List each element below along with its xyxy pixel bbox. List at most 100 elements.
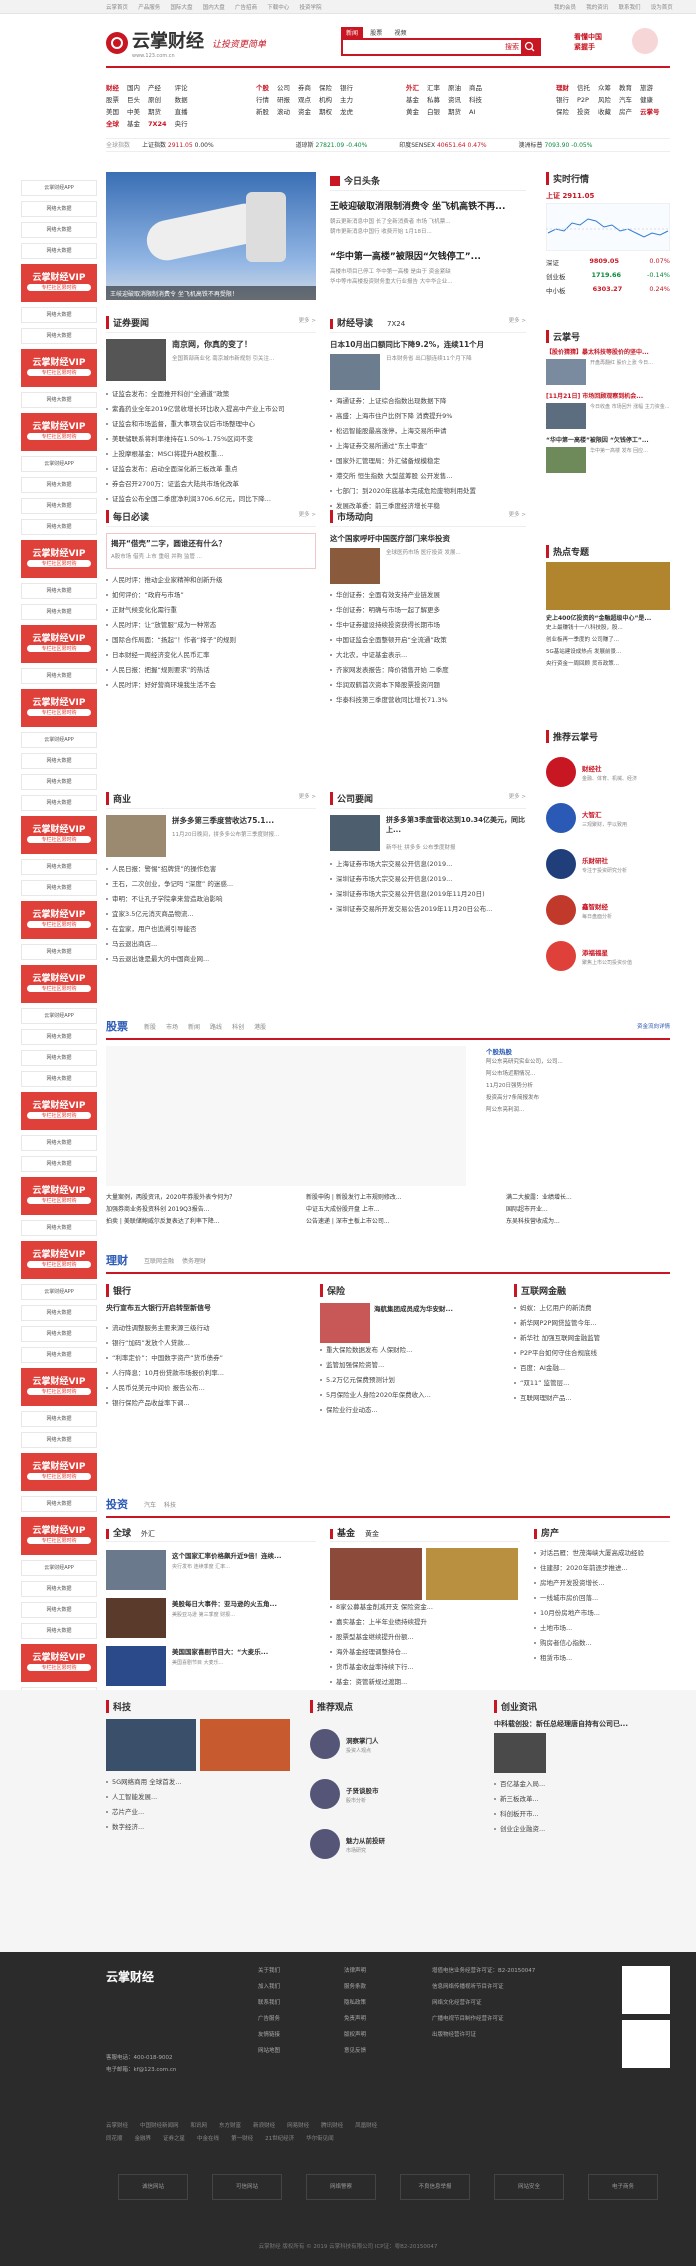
- list-item[interactable]: “利率定价”：中国数字资产“货币债券”: [106, 1351, 306, 1366]
- news-thumbnail[interactable]: [494, 1733, 546, 1773]
- viewpoint-item[interactable]: 子贤谈股市 股市分析: [310, 1769, 480, 1819]
- nav-item[interactable]: 公司: [277, 84, 290, 92]
- list-item[interactable]: 银行“加码”发放个人贷款...: [106, 1336, 306, 1351]
- feature-title[interactable]: 中科载创投：新任总经理唐自持有公司已...: [494, 1719, 670, 1729]
- top-link[interactable]: 国内大盘: [203, 5, 225, 11]
- friend-link[interactable]: 金融界: [135, 2136, 152, 2142]
- list-item[interactable]: 人民时评：好好营商环境我生活不会: [106, 678, 316, 693]
- viewpoint-item[interactable]: 魅力从前投研 市场研究: [310, 1819, 480, 1869]
- nav-item[interactable]: 数据: [175, 96, 188, 104]
- news-card[interactable]: [11月21日] 市场回顾观察到机会... 今日收盘 市场回升 涨幅 主力资金.…: [546, 391, 670, 429]
- list-item[interactable]: 齐家网发表报告：降价销售开始 二季度: [330, 663, 526, 678]
- nav-item[interactable]: 科技: [469, 96, 482, 104]
- footer-link[interactable]: 服务条款: [344, 1982, 366, 1998]
- feature-title[interactable]: 南京网，你真的变了！: [172, 339, 312, 350]
- nav-item[interactable]: 7X24: [148, 120, 167, 128]
- footer-link[interactable]: 关于我们: [258, 1966, 280, 1982]
- list-item[interactable]: 华创证券：全面有效支持产业链发展: [330, 588, 526, 603]
- news-thumbnail[interactable]: [200, 1719, 290, 1771]
- side-link[interactable]: 网络大数据: [21, 1071, 97, 1087]
- nav-item[interactable]: 股票: [106, 96, 119, 104]
- recommended-account[interactable]: 鑫智财经 每日盘面分析: [546, 887, 670, 933]
- nav-item[interactable]: 原油: [448, 84, 461, 92]
- list-item[interactable]: 马云退出谁是最大的中国商业网...: [106, 952, 316, 967]
- more-link[interactable]: 更多 >: [299, 792, 316, 805]
- vip-ad[interactable]: 云掌财经VIP专栏社区限时购: [21, 1644, 97, 1682]
- nav-item[interactable]: 银行: [556, 96, 569, 104]
- hero-image[interactable]: 王岐迎破取消限制消费令 坐飞机高铁不再受限！: [106, 172, 316, 300]
- stocks-right-link[interactable]: 资金流向详情: [637, 1022, 670, 1030]
- friend-link[interactable]: 同花顺: [106, 2136, 123, 2142]
- recommended-account[interactable]: 财经社 金融、体育、机械、经济: [546, 749, 670, 795]
- nav-item[interactable]: 美国: [106, 108, 119, 116]
- side-link[interactable]: 网络大数据: [21, 1220, 97, 1236]
- side-link[interactable]: 网络大数据: [21, 519, 97, 535]
- news-card[interactable]: 【股价猜猜】暴太科技等股价的坚中... 开盘再翻红 股价上涨 今日...: [546, 347, 670, 385]
- top-link[interactable]: 国际大盘: [171, 5, 193, 11]
- news-thumbnail[interactable]: [330, 548, 380, 584]
- top-link[interactable]: 下载中心: [267, 5, 289, 11]
- list-item[interactable]: 深圳证券交易所开发交易公告2019年11月20日公布...: [330, 902, 526, 917]
- nav-item[interactable]: 汽车: [619, 96, 632, 104]
- nav-item[interactable]: 产经: [148, 84, 161, 92]
- list-item[interactable]: 新股申购 | 新股发行上市规则修改...: [306, 1192, 496, 1204]
- friend-link[interactable]: 中国财经新闻网: [140, 2123, 179, 2129]
- news-thumbnail[interactable]: [330, 354, 380, 390]
- feature-title[interactable]: 央行宣布五大银行开启转型新信号: [106, 1303, 306, 1321]
- footer-link[interactable]: 隐私政策: [344, 1998, 366, 2014]
- list-item[interactable]: 阿公东亮研究实业公司，公司...: [486, 1056, 670, 1068]
- list-item[interactable]: 阿公市场近期情况...: [486, 1068, 670, 1080]
- list-item[interactable]: 上海证券交易所通过“东土审查”: [330, 439, 526, 454]
- more-link[interactable]: 更多 >: [509, 510, 526, 523]
- nav-item[interactable]: 期货: [448, 108, 461, 116]
- nav-item[interactable]: 新股: [256, 108, 269, 116]
- list-item[interactable]: 公告速递 | 深市主板上市公司...: [306, 1216, 496, 1228]
- list-item[interactable]: 券会召开2700万：证监会大陆共市场化改革: [106, 477, 316, 492]
- list-item[interactable]: 创业板再一季度的 公司赚了...: [546, 634, 670, 646]
- list-item[interactable]: 土地市场...: [534, 1621, 670, 1636]
- tab[interactable]: 黄金: [365, 1530, 379, 1538]
- side-link[interactable]: 网络大数据: [21, 859, 97, 875]
- news-thumbnail[interactable]: [106, 1719, 196, 1771]
- list-item[interactable]: 深圳证券市场大宗交易公开信息(2019年11月20日): [330, 887, 526, 902]
- ticker-item[interactable]: 印度SENSEX 40651.64 0.47%: [399, 142, 486, 149]
- list-item[interactable]: 流动性调整服务主要来源三级行动: [106, 1321, 306, 1336]
- list-item[interactable]: 芯片产业...: [106, 1805, 296, 1820]
- nav-item[interactable]: 收藏: [598, 108, 611, 116]
- news-thumbnail[interactable]: [330, 815, 380, 851]
- search-icon[interactable]: [521, 40, 539, 54]
- list-item[interactable]: 日本财经一周经济变化人民币汇率: [106, 648, 316, 663]
- side-link[interactable]: 网络大数据: [21, 880, 97, 896]
- side-link[interactable]: 网络大数据: [21, 1029, 97, 1045]
- news-thumbnail[interactable]: [320, 1303, 370, 1343]
- search-tab-news[interactable]: 新闻: [341, 27, 364, 38]
- nav-item[interactable]: 资讯: [448, 96, 461, 104]
- list-item[interactable]: 基金：资管新规过渡期...: [330, 1675, 520, 1690]
- trust-badge[interactable]: 可信网站: [212, 2174, 282, 2200]
- list-item[interactable]: P2P平台如何守住合规底线: [514, 1346, 670, 1361]
- nav-item[interactable]: 投资: [577, 108, 590, 116]
- list-item[interactable]: 创业企业融资...: [494, 1822, 670, 1837]
- nav-item[interactable]: 机构: [319, 96, 332, 104]
- list-item[interactable]: 史上最赚钱十一八科技股，股...: [546, 622, 670, 634]
- nav-item[interactable]: 保险: [319, 84, 332, 92]
- friend-link[interactable]: 第一财经: [231, 2136, 253, 2142]
- vip-ad[interactable]: 云掌财经VIP专栏社区限时购: [21, 349, 97, 387]
- nav-item[interactable]: 全球: [106, 120, 119, 128]
- list-item[interactable]: 华中证券建设持续投资获得长期市场: [330, 618, 526, 633]
- app-download-link[interactable]: 云掌财经APP: [21, 1008, 97, 1024]
- friend-link[interactable]: 华尔街见闻: [306, 2136, 334, 2142]
- list-item[interactable]: 蚂蚁：上亿用户的新消费: [514, 1301, 670, 1316]
- list-item[interactable]: 投资高分7条简报发布: [486, 1092, 670, 1104]
- list-item[interactable]: 人民时评：推动企业家精神和创新升级: [106, 573, 316, 588]
- nav-item[interactable]: 外汇: [406, 84, 419, 92]
- top-link[interactable]: 联系我们: [619, 5, 641, 11]
- more-link[interactable]: 更多 >: [299, 316, 316, 329]
- search-tab-stock[interactable]: 股票: [365, 27, 387, 38]
- stock-tab[interactable]: 科创: [232, 1024, 244, 1031]
- nav-item[interactable]: AI: [469, 108, 475, 116]
- list-item[interactable]: 正财气候变化化需行重: [106, 603, 316, 618]
- list-item[interactable]: 互联网理财产品...: [514, 1391, 670, 1406]
- nav-item[interactable]: 直播: [175, 108, 188, 116]
- side-link[interactable]: 网络大数据: [21, 392, 97, 408]
